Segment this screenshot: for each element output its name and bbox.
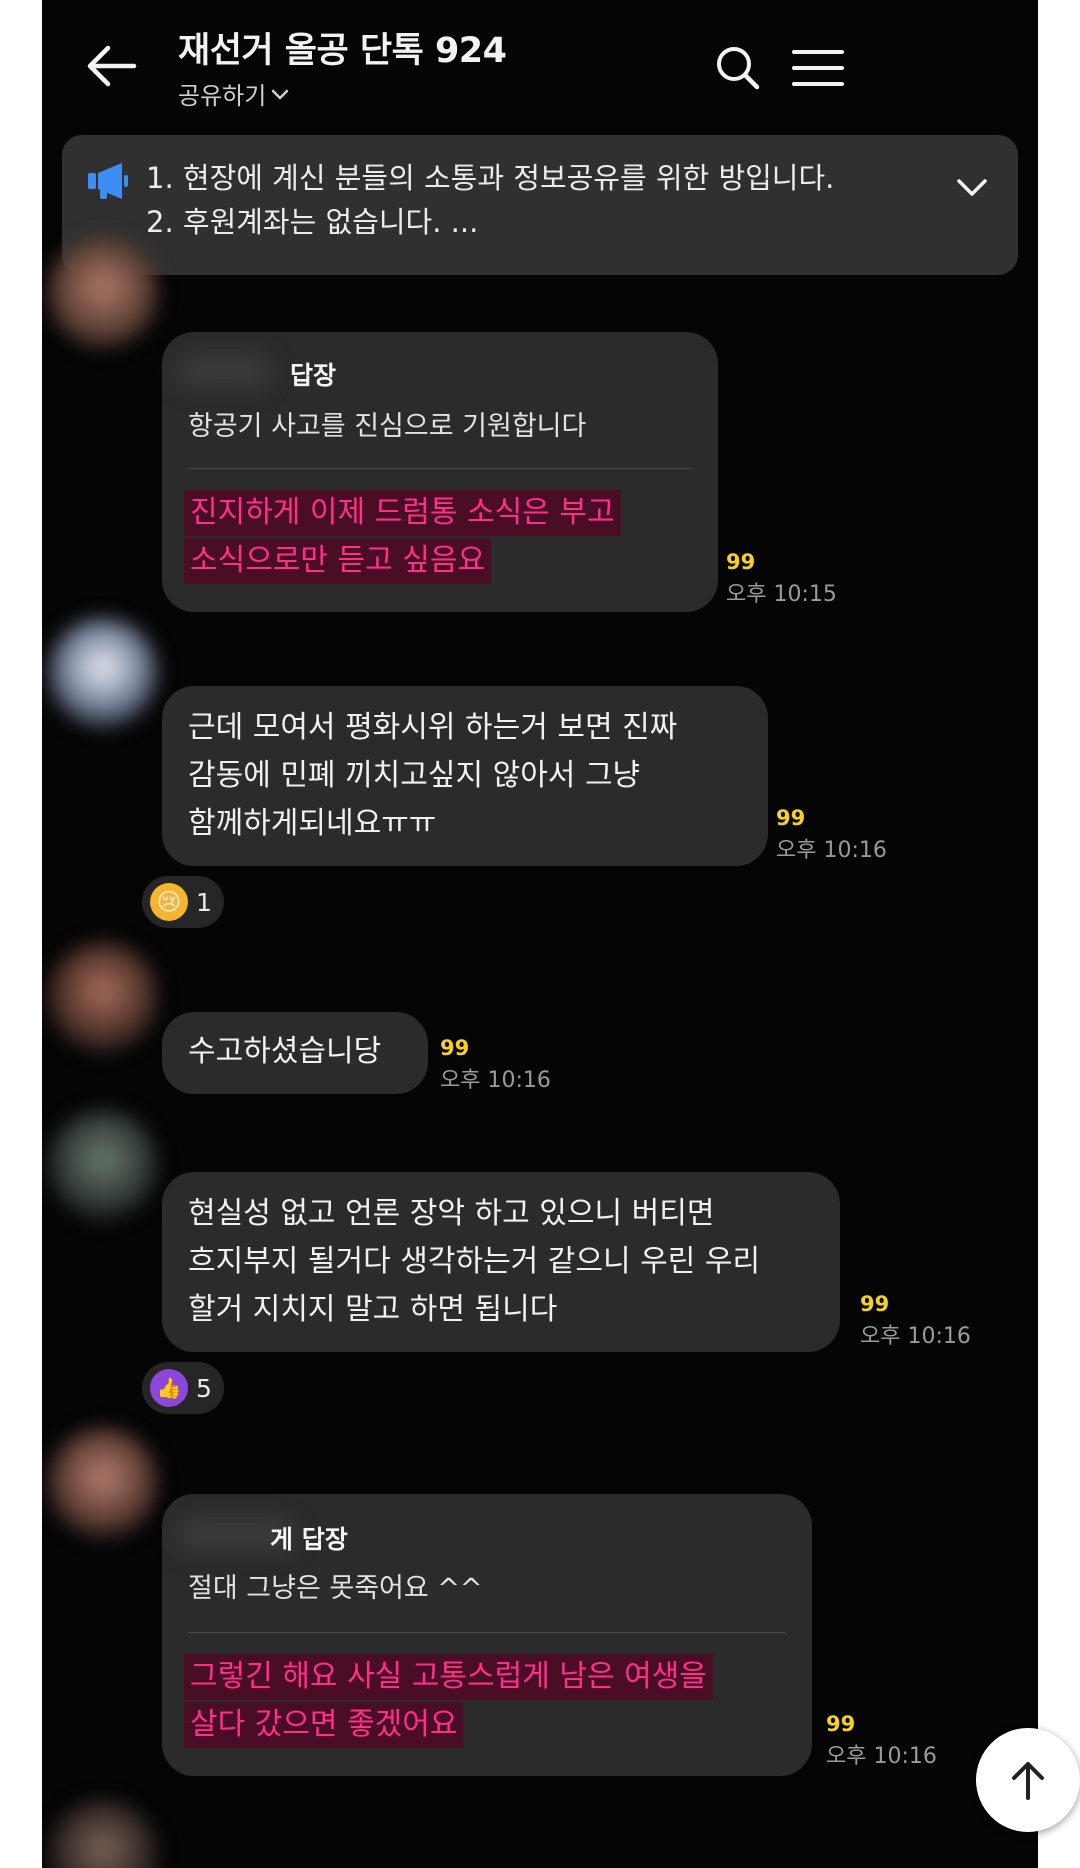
message-bubble[interactable]: 수고하셨습니당 [162,1012,428,1094]
reaction-badge[interactable]: 😢 1 [142,876,224,928]
highlighted-text-line: 소식으로만 듣고 싶음요 [184,538,492,584]
message-bubble[interactable]: 게 답장 절대 그냥은 못죽어요 ^^ 그렇긴 해요 사실 고통스럽게 남은 여… [162,1494,812,1776]
menu-icon[interactable] [790,40,846,96]
share-label: 공유하기 [178,82,267,110]
avatar[interactable] [48,942,158,1052]
scroll-to-top-button[interactable] [976,1728,1080,1832]
avatar[interactable] [48,1800,158,1868]
chevron-down-icon[interactable] [954,169,990,205]
message-meta: 99 오후 10:15 [726,550,837,608]
message-bubble[interactable]: 현실성 없고 언론 장악 하고 있으니 버티면 흐지부지 될거다 생각하는거 같… [162,1172,840,1352]
highlighted-text-line: 진지하게 이제 드럼통 소식은 부고 [184,490,621,536]
message-meta: 99 오후 10:16 [860,1292,971,1350]
notice-line-1: 1. 현장에 계신 분들의 소통과 정보공유를 위한 방입니다. [146,161,835,195]
reply-header: 답장 [290,361,337,390]
reaction-badge[interactable]: 👍 5 [142,1362,224,1414]
megaphone-icon [88,163,128,199]
unread-count: 99 [860,1292,890,1316]
message-meta: 99 오후 10:16 [776,806,887,864]
message-time: 오후 10:16 [440,1068,551,1093]
message-time: 오후 10:16 [860,1324,971,1349]
message-text-line: 함께하게되네요ㅠㅠ [188,806,437,841]
chat-room-title: 재선거 올공 단톡 924 [178,31,507,71]
message-bubble[interactable]: 근데 모여서 평화시위 하는거 보면 진짜 감동에 민폐 끼치고싶지 않아서 그… [162,686,768,866]
message-text-line: 현실성 없고 언론 장악 하고 있으니 버티면 [188,1196,715,1231]
message-text-line: 근데 모여서 평화시위 하는거 보면 진짜 [188,710,678,745]
message-text-line: 감동에 민폐 끼치고싶지 않아서 그냥 [188,758,641,793]
search-icon[interactable] [710,40,766,96]
message-text-line: 수고하셨습니당 [188,1034,382,1069]
chevron-down-icon [272,89,289,100]
reply-quote: 항공기 사고를 진심으로 기원합니다 [188,411,587,442]
notice-banner[interactable]: 1. 현장에 계신 분들의 소통과 정보공유를 위한 방입니다. 2. 후원계좌… [62,135,1018,275]
avatar[interactable] [48,1110,158,1220]
message-meta: 99 오후 10:16 [826,1712,937,1770]
avatar[interactable] [48,618,158,728]
message-time: 오후 10:15 [726,582,837,607]
unread-count: 99 [726,550,756,574]
message-time: 오후 10:16 [776,838,887,863]
avatar[interactable] [48,238,158,348]
notice-line-2: 2. 후원계좌는 없습니다. ... [146,205,479,239]
message-time: 오후 10:16 [826,1744,937,1769]
crying-face-icon: 😢 [150,883,188,921]
thumbs-up-icon: 👍 [150,1369,188,1407]
reaction-count: 5 [196,1373,212,1403]
reply-divider [188,1632,786,1633]
reply-header: 게 답장 [270,1525,348,1554]
arrow-up-icon [1012,1762,1044,1800]
highlighted-text-line: 살다 갔으면 좋겠어요 [184,1702,464,1748]
message-text-line: 할거 지치지 말고 하면 됩니다 [188,1292,558,1327]
reply-quote: 절대 그냥은 못죽어요 ^^ [188,1573,483,1604]
share-dropdown[interactable]: 공유하기 [178,76,290,111]
message-text-line: 흐지부지 될거다 생각하는거 같으니 우린 우리 [188,1244,761,1279]
unread-count: 99 [440,1036,470,1060]
avatar[interactable] [48,1428,158,1538]
unread-count: 99 [826,1712,856,1736]
chat-screen: 재선거 올공 단톡 924 공유하기 1. 현장에 계신 분들의 소통과 정보공… [42,0,1038,1868]
reaction-count: 1 [196,887,212,917]
blurred-name [176,354,272,388]
message-meta: 99 오후 10:16 [440,1036,551,1094]
highlighted-text-line: 그렇긴 해요 사실 고통스럽게 남은 여생을 [184,1654,713,1700]
unread-count: 99 [776,806,806,830]
reply-divider [188,468,692,469]
message-bubble[interactable]: 답장 항공기 사고를 진심으로 기원합니다 진지하게 이제 드럼통 소식은 부고… [162,332,718,612]
back-arrow-icon[interactable] [84,42,138,90]
